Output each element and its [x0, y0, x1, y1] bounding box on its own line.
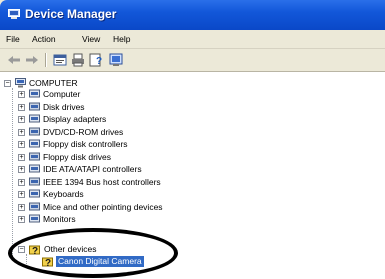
menu-view[interactable]: View: [82, 34, 100, 44]
mouse-icon: [29, 202, 40, 210]
tree-item-label: IDE ATA/ATAPI controllers: [43, 164, 142, 174]
tree-item[interactable]: + Keyboards: [18, 189, 218, 200]
keyboard-icon: [29, 189, 40, 198]
expand-toggle[interactable]: +: [18, 153, 25, 161]
device-manager-window: Device Manager File Action View Help ? −…: [0, 0, 385, 279]
title-bar[interactable]: Device Manager: [0, 0, 385, 30]
computer-icon: [29, 89, 40, 98]
tree-item-label: Mice and other pointing devices: [43, 201, 163, 212]
tree-item[interactable]: + Mice and other pointing devices: [18, 202, 218, 213]
tree-item-label: Keyboards: [43, 189, 84, 199]
toolbar-separator: [45, 53, 47, 67]
window-title: Device Manager: [25, 7, 117, 21]
dvd-drive-icon: [29, 127, 40, 135]
tree-item-label: IEEE 1394 Bus host controllers: [43, 176, 161, 187]
svg-text:?: ?: [96, 56, 102, 67]
forward-arrow-icon[interactable]: [24, 52, 40, 68]
tree-item[interactable]: + Computer: [18, 89, 218, 100]
ieee1394-icon: [29, 177, 40, 185]
floppy-drive-icon: [29, 152, 40, 160]
floppy-controller-icon: [29, 139, 40, 148]
tree-item-label: Floppy disk controllers: [43, 139, 128, 149]
computer-icon: [15, 78, 26, 88]
expand-toggle[interactable]: +: [18, 141, 25, 148]
ide-controller-icon: [29, 164, 40, 173]
menu-help[interactable]: Help: [113, 34, 130, 44]
tree-item-label: Computer: [43, 89, 81, 99]
expand-toggle[interactable]: +: [18, 191, 25, 198]
expand-toggle[interactable]: +: [18, 91, 25, 98]
help-icon[interactable]: ?: [88, 52, 104, 68]
tree-item-label: Floppy disk drives: [43, 151, 112, 162]
menu-bar: File Action View Help: [0, 30, 385, 49]
print-icon[interactable]: [70, 52, 86, 68]
tree-item-label: Display adapters: [43, 114, 107, 124]
tree-root[interactable]: − COMPUTER: [4, 78, 204, 89]
tree-item[interactable]: + Floppy disk controllers: [18, 139, 218, 150]
display-adapter-icon: [29, 114, 40, 123]
menu-file-label: File: [6, 34, 20, 44]
disk-drive-icon: [29, 102, 40, 110]
expand-toggle[interactable]: +: [18, 166, 25, 173]
tree-item[interactable]: + Disk drives: [18, 102, 218, 113]
expand-toggle[interactable]: +: [18, 103, 25, 111]
tree-item-label: Monitors: [43, 214, 76, 224]
back-arrow-icon[interactable]: [6, 52, 22, 68]
tree-item[interactable]: + Monitors: [18, 214, 218, 225]
tree-item[interactable]: + DVD/CD-ROM drives: [18, 127, 218, 138]
collapse-toggle[interactable]: −: [4, 80, 11, 87]
tree-item-label: Disk drives: [43, 101, 85, 112]
properties-icon[interactable]: [52, 52, 68, 68]
expand-toggle[interactable]: +: [18, 128, 25, 136]
menu-view-label: View: [82, 34, 101, 44]
tree-item[interactable]: + Display adapters: [18, 114, 218, 125]
tree-item-label: DVD/CD-ROM drives: [43, 126, 124, 137]
toolbar: ?: [0, 49, 385, 72]
tree-root-label: COMPUTER: [29, 78, 78, 88]
tree-connector-line: [12, 88, 14, 256]
menu-file[interactable]: File: [6, 34, 20, 44]
tree-item[interactable]: + IDE ATA/ATAPI controllers: [18, 164, 218, 175]
device-manager-icon: [8, 9, 20, 19]
highlight-circle: [8, 228, 178, 278]
tree-item[interactable]: + Floppy disk drives: [18, 152, 218, 163]
menu-help-label: Help: [113, 34, 131, 44]
expand-toggle[interactable]: +: [18, 178, 25, 186]
expand-toggle[interactable]: +: [18, 203, 25, 211]
monitor-icon: [29, 214, 40, 223]
scan-hardware-icon[interactable]: [108, 52, 124, 68]
expand-toggle[interactable]: +: [18, 216, 25, 223]
expand-toggle[interactable]: +: [18, 116, 25, 123]
tree-item[interactable]: + IEEE 1394 Bus host controllers: [18, 177, 218, 188]
menu-action-label: Action: [32, 34, 56, 44]
menu-action[interactable]: Action: [32, 34, 56, 44]
